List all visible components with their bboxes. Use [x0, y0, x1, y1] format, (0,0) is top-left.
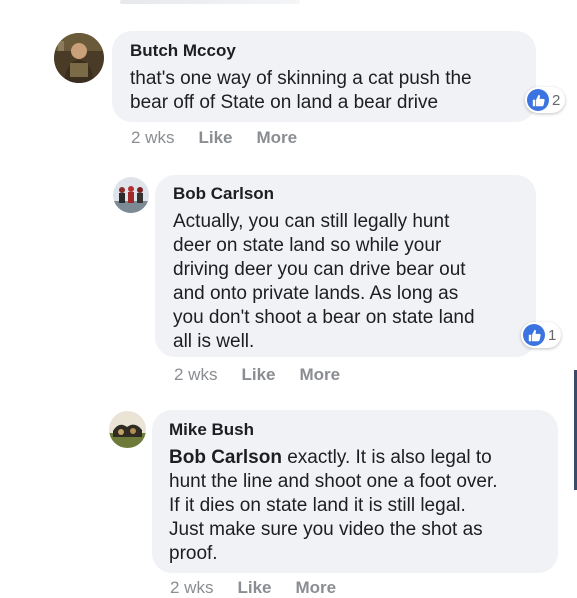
comment-text: Actually, you can still legally hunt dee…	[173, 211, 475, 352]
more-link[interactable]: More	[257, 128, 298, 148]
avatar-bob-carlson[interactable]	[113, 177, 149, 213]
comment-actions: 2 wks Like More	[174, 365, 340, 385]
avatar-mike-bush[interactable]	[109, 411, 146, 448]
comment-author[interactable]: Mike Bush	[169, 420, 541, 440]
timestamp[interactable]: 2 wks	[170, 578, 213, 598]
more-link[interactable]: More	[296, 578, 337, 598]
reaction-count: 1	[548, 326, 557, 344]
thumbs-up-icon	[527, 89, 549, 111]
comment-author[interactable]: Bob Carlson	[173, 184, 518, 204]
comment-bubble: Mike Bush Bob Carlson exactly. It is als…	[152, 410, 558, 573]
more-link[interactable]: More	[300, 365, 341, 385]
timestamp[interactable]: 2 wks	[131, 128, 174, 148]
avatar-butch-mccoy[interactable]	[54, 33, 104, 83]
comment-bubble: Butch Mccoy that's one way of skinning a…	[112, 31, 536, 122]
like-link[interactable]: Like	[198, 128, 232, 148]
reaction-summary[interactable]: 2	[525, 87, 566, 113]
comment-actions: 2 wks Like More	[170, 578, 336, 598]
comment-actions: 2 wks Like More	[131, 128, 297, 148]
comment-author[interactable]: Butch Mccoy	[130, 41, 518, 61]
like-link[interactable]: Like	[241, 365, 275, 385]
like-link[interactable]: Like	[237, 578, 271, 598]
comment-text: that's one way of skinning a cat push th…	[130, 68, 472, 113]
comment-bubble: Bob Carlson Actually, you can still lega…	[155, 175, 536, 357]
comment-text: Bob Carlson exactly. It is also legal to…	[169, 446, 541, 566]
timestamp[interactable]: 2 wks	[174, 365, 217, 385]
reaction-summary[interactable]: 1	[521, 322, 562, 348]
reaction-count: 2	[552, 91, 561, 109]
previous-content-edge	[120, 0, 300, 4]
mention-bob-carlson[interactable]: Bob Carlson	[169, 447, 282, 468]
thumbs-up-icon	[523, 324, 545, 346]
